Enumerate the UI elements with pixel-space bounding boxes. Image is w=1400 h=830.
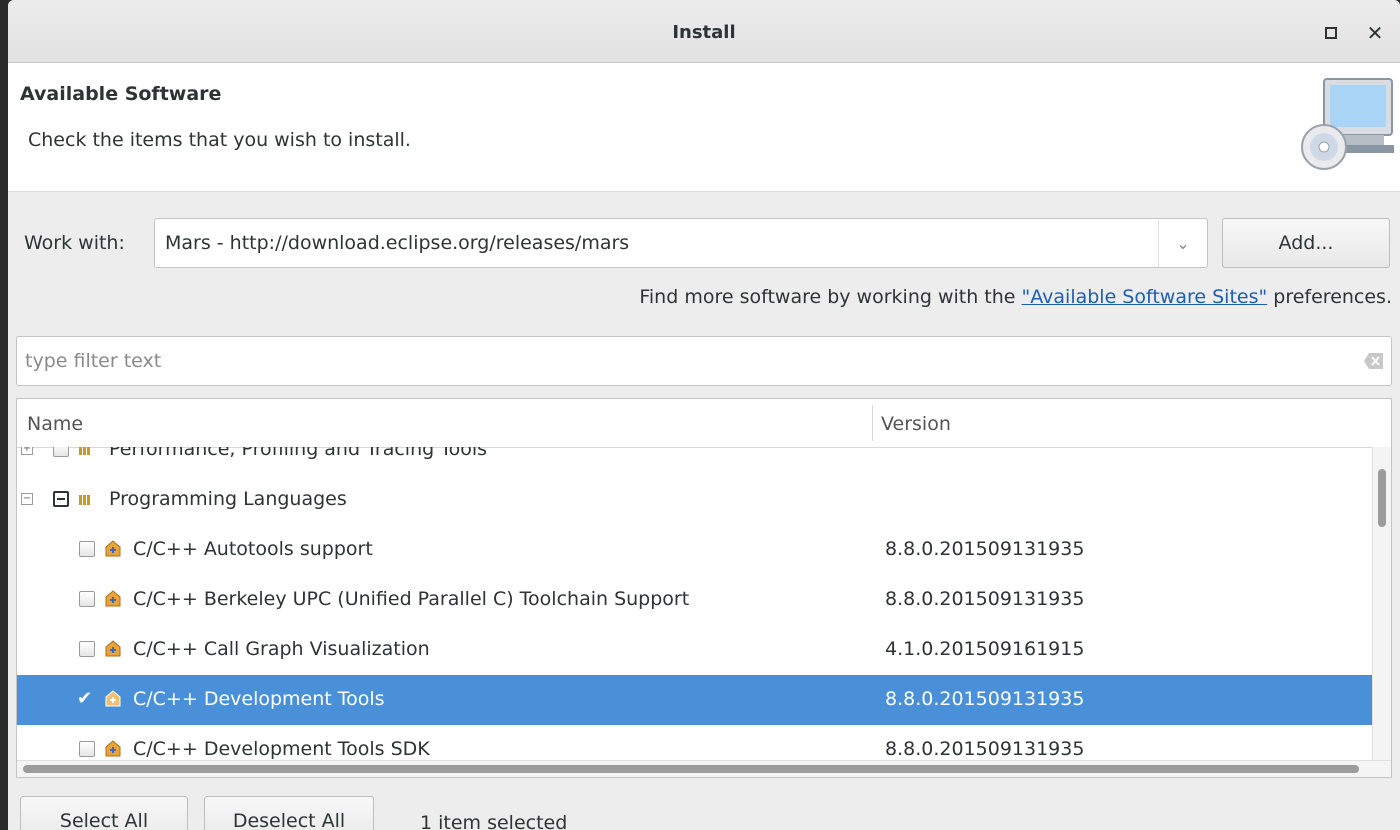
row-label: C/C++ Development Tools SDK — [133, 738, 430, 760]
filter-placeholder: type filter text — [25, 350, 162, 372]
feature-icon — [105, 740, 121, 757]
tree-row[interactable]: C/C++ Development Tools SDK 8.8.0.201509… — [17, 725, 1375, 761]
row-checkbox[interactable] — [53, 491, 69, 507]
work-with-label: Work with: — [24, 232, 125, 254]
selection-count: 1 item selected — [420, 812, 568, 830]
vertical-scrollbar[interactable] — [1372, 447, 1391, 761]
row-checkbox[interactable] — [79, 741, 95, 757]
find-more-suffix: preferences. — [1267, 286, 1392, 308]
tree-rows: + Performance, Profiling and Tracing Too… — [17, 447, 1375, 761]
tree-row[interactable]: C/C++ Autotools support 8.8.0.2015091319… — [17, 525, 1375, 575]
column-name[interactable]: Name — [27, 413, 83, 435]
row-label: Performance, Profiling and Tracing Tools — [109, 447, 488, 460]
feature-icon — [105, 540, 121, 557]
window-title: Install — [672, 22, 736, 43]
tree-row[interactable]: − Programming Languages — [17, 475, 1375, 525]
category-icon — [79, 447, 99, 465]
checkmark-icon[interactable]: ✔ — [77, 688, 93, 709]
row-label: C/C++ Call Graph Visualization — [133, 638, 430, 660]
row-checkbox[interactable] — [79, 641, 95, 657]
row-checkbox[interactable] — [53, 447, 69, 457]
row-version: 8.8.0.201509131935 — [885, 588, 1085, 610]
work-with-combo[interactable]: Mars - http://download.eclipse.org/relea… — [154, 218, 1208, 268]
tree-row[interactable]: C/C++ Call Graph Visualization 4.1.0.201… — [17, 625, 1375, 675]
find-more-text: Find more software by working with the "… — [639, 286, 1392, 308]
expand-icon[interactable]: + — [21, 447, 33, 455]
tree-row[interactable]: + Performance, Profiling and Tracing Too… — [17, 447, 1375, 475]
chevron-down-icon[interactable]: ⌄ — [1158, 219, 1207, 267]
maximize-icon — [1325, 27, 1337, 39]
install-dialog: Install ✕ Available Software Check the i… — [8, 0, 1400, 830]
software-tree: Name Version + Performance, Profiling an… — [16, 398, 1392, 778]
tree-row[interactable]: C/C++ Berkeley UPC (Unified Parallel C) … — [17, 575, 1375, 625]
title-bar: Install ✕ — [8, 0, 1400, 63]
feature-icon — [105, 590, 121, 607]
row-version: 8.8.0.201509131935 — [885, 688, 1085, 710]
row-version: 8.8.0.201509131935 — [885, 738, 1085, 760]
work-with-value: Mars - http://download.eclipse.org/relea… — [165, 232, 630, 254]
row-label: C/C++ Development Tools — [133, 688, 385, 710]
feature-icon — [105, 690, 121, 707]
column-divider — [872, 405, 873, 441]
deselect-all-button[interactable]: Deselect All — [204, 796, 374, 830]
add-button[interactable]: Add... — [1222, 218, 1390, 268]
row-label: Programming Languages — [109, 488, 347, 510]
tree-header: Name Version — [17, 399, 1391, 448]
row-version: 8.8.0.201509131935 — [885, 538, 1085, 560]
horizontal-scrollbar[interactable] — [17, 760, 1391, 777]
page-description: Check the items that you wish to install… — [28, 129, 411, 151]
select-all-button[interactable]: Select All — [20, 796, 188, 830]
clear-filter-icon[interactable] — [1363, 351, 1385, 371]
work-with-row: Work with: Mars - http://download.eclips… — [8, 218, 1400, 270]
column-version[interactable]: Version — [881, 413, 951, 435]
category-icon — [79, 495, 99, 515]
horizontal-scroll-thumb[interactable] — [23, 765, 1359, 773]
page-title: Available Software — [20, 83, 222, 105]
tree-row-selected[interactable]: ✔ C/C++ Development Tools 8.8.0.20150913… — [17, 675, 1375, 725]
close-button[interactable]: ✕ — [1362, 20, 1388, 46]
filter-input[interactable]: type filter text — [16, 336, 1392, 386]
close-icon: ✕ — [1366, 21, 1384, 45]
row-version: 4.1.0.201509161915 — [885, 638, 1085, 660]
available-software-sites-link[interactable]: "Available Software Sites" — [1022, 286, 1268, 308]
vertical-scroll-thumb[interactable] — [1378, 469, 1386, 527]
page-header: Available Software Check the items that … — [8, 63, 1400, 192]
collapse-icon[interactable]: − — [21, 493, 33, 505]
row-label: C/C++ Autotools support — [133, 538, 373, 560]
install-computer-icon — [1301, 78, 1394, 170]
find-more-prefix: Find more software by working with the — [639, 286, 1022, 308]
row-label: C/C++ Berkeley UPC (Unified Parallel C) … — [133, 588, 690, 610]
maximize-button[interactable] — [1318, 20, 1344, 46]
row-checkbox[interactable] — [79, 541, 95, 557]
row-checkbox[interactable] — [79, 591, 95, 607]
feature-icon — [105, 640, 121, 657]
